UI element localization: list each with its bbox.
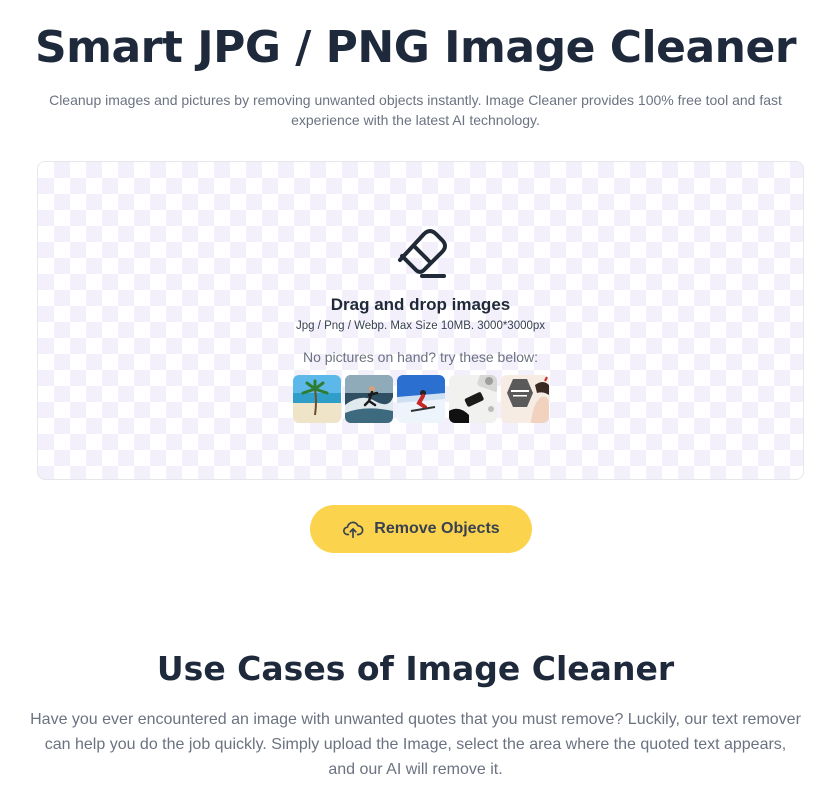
page: Smart JPG / PNG Image Cleaner Cleanup im… [0,0,831,795]
cloud-upload-icon [343,521,364,539]
page-title: Smart JPG / PNG Image Cleaner [34,22,797,73]
use-cases-title: Use Cases of Image Cleaner [156,649,675,688]
skier-snow-sample[interactable] [397,375,445,423]
use-cases-text: Have you ever encountered an image with … [30,711,801,778]
person-poster-sample[interactable] [501,375,549,423]
beach-palm-sample[interactable] [293,375,341,423]
sample-images-label: No pictures on hand? try these below: [302,349,539,365]
dropzone-title: Drag and drop images [330,295,511,314]
upload-dropzone[interactable]: Drag and drop images Jpg / Png / Webp. M… [37,161,804,480]
sample-images [293,375,553,423]
remove-objects-label: Remove Objects [374,520,500,537]
eraser-icon [398,229,447,278]
remove-objects-button[interactable]: Remove Objects [310,505,532,553]
surfer-wave-sample[interactable] [345,375,393,423]
page-subtitle: Cleanup images and pictures by removing … [49,92,782,128]
desk-phone-sample[interactable] [449,375,497,423]
dropzone-hint: Jpg / Png / Webp. Max Size 10MB. 3000*30… [295,320,546,332]
